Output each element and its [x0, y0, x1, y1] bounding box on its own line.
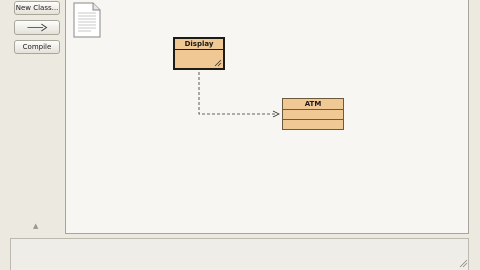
class-diagram-canvas[interactable]: Display ATM — [65, 0, 469, 234]
resize-grip-icon[interactable] — [214, 59, 222, 67]
dependency-arrow[interactable] — [66, 0, 470, 234]
new-class-button[interactable]: New Class... — [14, 1, 60, 15]
collapse-up-icon[interactable]: ▲ — [33, 223, 38, 230]
compile-button[interactable]: Compile — [14, 40, 60, 54]
readme-document-icon[interactable] — [73, 2, 101, 38]
right-edge — [469, 0, 480, 236]
dependency-arrow-button[interactable] — [14, 20, 60, 35]
class-atm[interactable]: ATM — [282, 98, 344, 130]
window-resize-grip-icon[interactable] — [458, 258, 468, 268]
message-area — [10, 238, 469, 270]
class-display[interactable]: Display — [173, 37, 225, 70]
class-compartment-divider — [283, 119, 343, 120]
class-name-label: ATM — [283, 99, 343, 110]
class-name-label: Display — [175, 39, 223, 50]
bluej-project-window: New Class... Compile ▲ Display ATM — [0, 0, 480, 270]
dependency-arrow-icon — [27, 23, 48, 32]
left-toolbar: New Class... Compile ▲ — [0, 0, 64, 236]
